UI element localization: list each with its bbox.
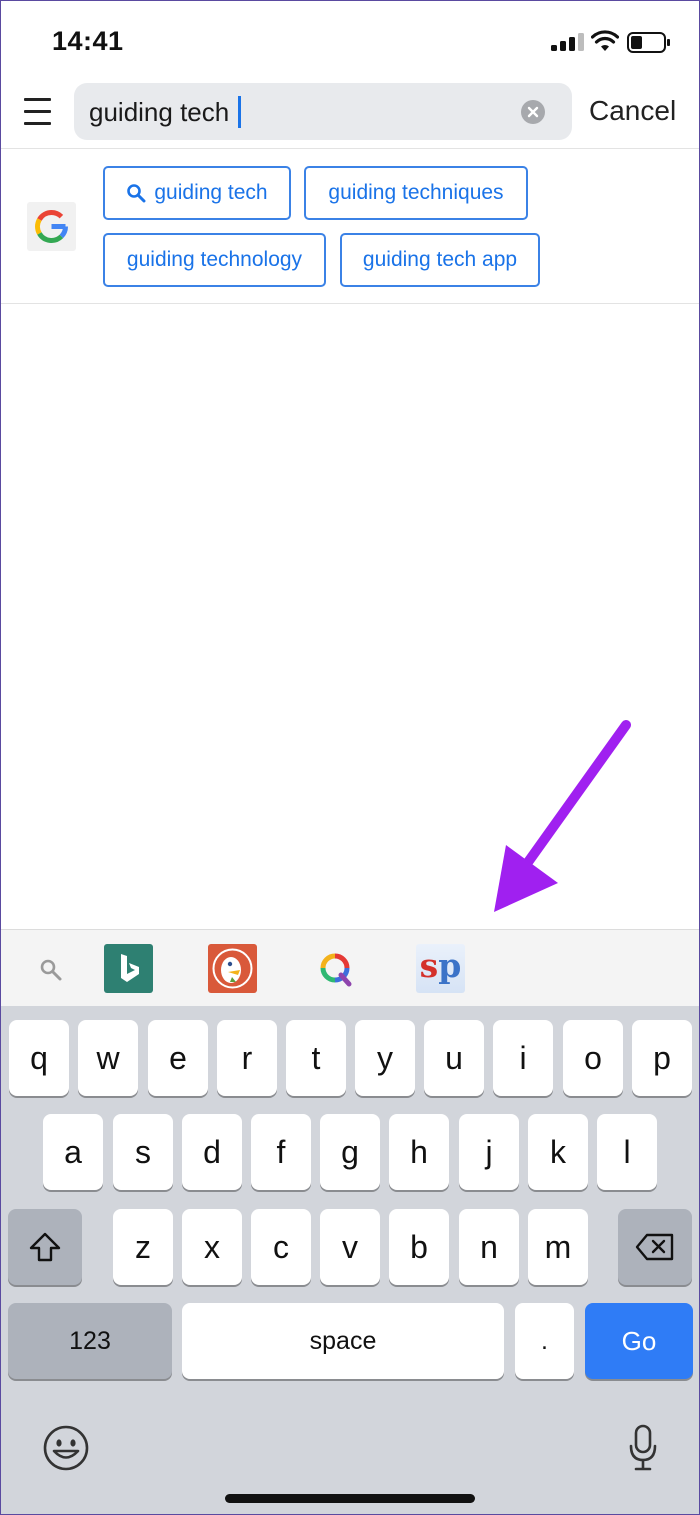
key-w[interactable]: w	[78, 1020, 138, 1096]
key-q[interactable]: q	[9, 1020, 69, 1096]
suggestion-chip-label: guiding tech	[154, 181, 268, 204]
go-key[interactable]: Go	[585, 1303, 693, 1379]
key-a[interactable]: a	[43, 1114, 103, 1190]
key-g[interactable]: g	[320, 1114, 380, 1190]
microphone-icon[interactable]	[628, 1424, 658, 1472]
suggestion-chip[interactable]: guiding tech app	[340, 233, 540, 287]
key-l[interactable]: l	[597, 1114, 657, 1190]
google-logo-icon	[27, 202, 76, 251]
period-key[interactable]: .	[515, 1303, 574, 1379]
key-j[interactable]: j	[459, 1114, 519, 1190]
space-key[interactable]: space	[182, 1303, 504, 1379]
shift-icon	[29, 1232, 61, 1262]
search-icon[interactable]	[39, 958, 63, 982]
cellular-signal-icon	[551, 33, 585, 51]
key-v[interactable]: v	[320, 1209, 380, 1285]
bing-icon[interactable]	[104, 944, 153, 993]
status-bar: 14:41	[0, 0, 700, 78]
backspace-key[interactable]	[618, 1209, 692, 1285]
hamburger-menu-icon[interactable]	[24, 98, 51, 126]
key-o[interactable]: o	[563, 1020, 623, 1096]
search-input[interactable]: guiding tech	[74, 83, 572, 140]
key-s[interactable]: s	[113, 1114, 173, 1190]
text-caret	[238, 96, 241, 128]
search-icon	[127, 184, 146, 203]
key-m[interactable]: m	[528, 1209, 588, 1285]
key-e[interactable]: e	[148, 1020, 208, 1096]
status-time: 14:41	[52, 26, 124, 56]
key-r[interactable]: r	[217, 1020, 277, 1096]
key-f[interactable]: f	[251, 1114, 311, 1190]
backspace-icon	[635, 1233, 674, 1261]
key-y[interactable]: y	[355, 1020, 415, 1096]
suggestions-panel: guiding tech guiding techniques guiding …	[0, 149, 700, 304]
numbers-key[interactable]: 123	[8, 1303, 172, 1379]
key-t[interactable]: t	[286, 1020, 346, 1096]
onscreen-keyboard: q w e r t y u i o p a s d f g h j k l z …	[0, 1006, 700, 1515]
suggestion-chip-label: guiding tech app	[362, 248, 518, 271]
key-c[interactable]: c	[251, 1209, 311, 1285]
search-query: guiding tech	[89, 97, 230, 127]
key-h[interactable]: h	[389, 1114, 449, 1190]
startpage-icon[interactable]: sp	[416, 944, 465, 993]
startpage-label: sp	[419, 946, 462, 985]
search-engine-bar: sp	[0, 929, 700, 1006]
wifi-icon	[591, 30, 619, 51]
clear-circle-icon[interactable]	[521, 100, 545, 124]
suggestion-chip-label: guiding technology	[126, 248, 303, 271]
key-k[interactable]: k	[528, 1114, 588, 1190]
duckduckgo-icon[interactable]	[208, 944, 257, 993]
key-x[interactable]: x	[182, 1209, 242, 1285]
search-header: guiding tech Cancel	[0, 78, 700, 148]
emoji-icon[interactable]	[42, 1424, 90, 1472]
suggestion-chip-label: guiding techniques	[328, 181, 504, 204]
battery-icon	[627, 32, 670, 53]
key-u[interactable]: u	[424, 1020, 484, 1096]
suggestion-chip[interactable]: guiding techniques	[304, 166, 528, 220]
key-d[interactable]: d	[182, 1114, 242, 1190]
key-z[interactable]: z	[113, 1209, 173, 1285]
divider	[0, 303, 700, 304]
home-indicator	[225, 1494, 475, 1503]
suggestion-chip[interactable]: guiding tech	[103, 166, 291, 220]
annotation-arrow-icon	[494, 720, 631, 912]
suggestion-chip[interactable]: guiding technology	[103, 233, 326, 287]
key-i[interactable]: i	[493, 1020, 553, 1096]
key-b[interactable]: b	[389, 1209, 449, 1285]
qwant-icon[interactable]	[311, 944, 360, 993]
cancel-button[interactable]: Cancel	[589, 95, 676, 127]
key-p[interactable]: p	[632, 1020, 692, 1096]
shift-key[interactable]	[8, 1209, 82, 1285]
key-n[interactable]: n	[459, 1209, 519, 1285]
